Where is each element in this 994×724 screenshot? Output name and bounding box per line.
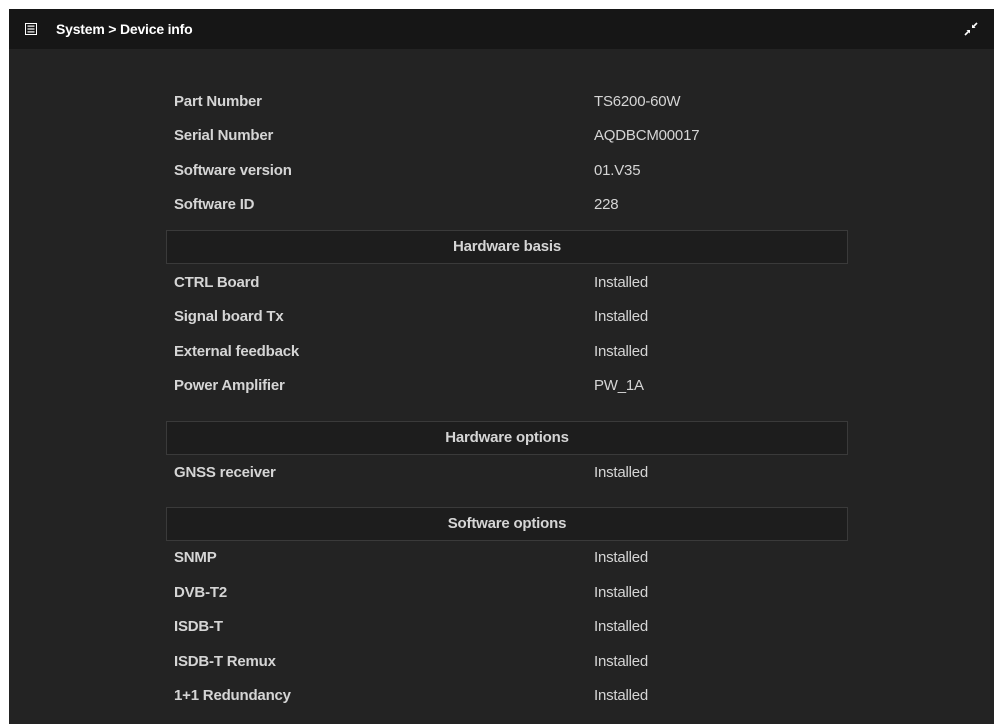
row-value: PW_1A [594, 377, 644, 394]
row-value: Installed [594, 687, 649, 704]
device-info-content: Part Number TS6200-60W Serial Number AQD… [9, 49, 994, 724]
row-label: Software version [174, 162, 292, 179]
panel-header: System > Device info [9, 9, 994, 49]
row-value: Installed [594, 308, 649, 325]
collapse-arrows-icon[interactable] [964, 22, 978, 36]
info-row-ctrl-board: CTRL Board Installed [174, 267, 859, 301]
row-value: AQDBCM00017 [594, 127, 700, 144]
info-row-part-number: Part Number TS6200-60W [174, 86, 859, 120]
row-value: 01.V35 [594, 162, 641, 179]
row-value: Installed [594, 584, 649, 601]
info-row-power-amplifier: Power Amplifier PW_1A [174, 370, 859, 404]
info-row-external-feedback: External feedback Installed [174, 336, 859, 370]
panel-title: System > Device info [56, 21, 193, 37]
row-label: ISDB-T Remux [174, 653, 276, 670]
row-label: Part Number [174, 93, 262, 110]
info-row-gnss-receiver: GNSS receiver Installed [174, 457, 859, 491]
row-value: Installed [594, 274, 649, 291]
section-header-hardware-basis: Hardware basis [166, 230, 848, 264]
info-row-isdb-t-remux: ISDB-T Remux Installed [174, 646, 859, 680]
row-label: Signal board Tx [174, 308, 284, 325]
row-value: Installed [594, 464, 649, 481]
section-header-software-options: Software options [166, 507, 848, 541]
row-label: Software ID [174, 196, 255, 213]
row-label: GNSS receiver [174, 464, 276, 481]
row-value: Installed [594, 549, 649, 566]
section-header-hardware-options: Hardware options [166, 421, 848, 455]
info-row-signal-board-tx: Signal board Tx Installed [174, 301, 859, 335]
info-row-software-version: Software version 01.V35 [174, 155, 859, 189]
row-label: SNMP [174, 549, 217, 566]
info-row-software-id: Software ID 228 [174, 189, 859, 223]
row-label: CTRL Board [174, 274, 260, 291]
info-row-dvb-t2: DVB-T2 Installed [174, 577, 859, 611]
info-row-isdb-t: ISDB-T Installed [174, 611, 859, 645]
list-icon [25, 23, 37, 35]
row-label: Power Amplifier [174, 377, 285, 394]
row-value: Installed [594, 653, 649, 670]
row-value: 228 [594, 196, 619, 213]
row-value: TS6200-60W [594, 93, 681, 110]
info-row-snmp: SNMP Installed [174, 542, 859, 576]
row-label: Serial Number [174, 127, 274, 144]
device-info-panel: System > Device info Part Number TS6200-… [9, 9, 994, 724]
info-row-redundancy: 1+1 Redundancy Installed [174, 680, 859, 714]
row-label: 1+1 Redundancy [174, 687, 291, 704]
row-label: DVB-T2 [174, 584, 227, 601]
row-value: Installed [594, 343, 649, 360]
row-label: External feedback [174, 343, 299, 360]
row-label: ISDB-T [174, 618, 223, 635]
info-row-serial-number: Serial Number AQDBCM00017 [174, 120, 859, 154]
row-value: Installed [594, 618, 649, 635]
